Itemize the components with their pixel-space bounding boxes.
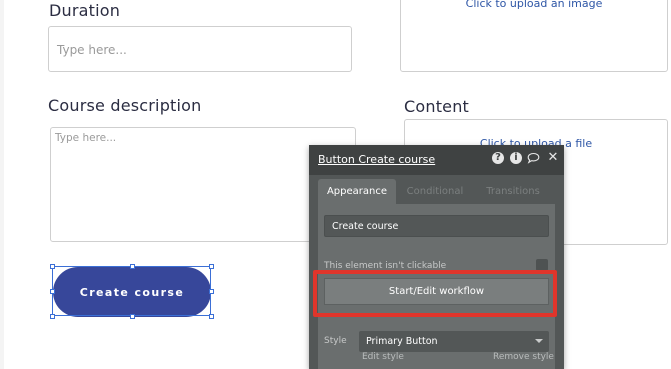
style-value: Primary Button (366, 336, 438, 347)
course-description-placeholder: Type here... (55, 132, 117, 144)
tab-transitions[interactable]: Transitions (474, 179, 552, 204)
not-clickable-checkbox[interactable] (536, 259, 548, 271)
start-edit-workflow-button[interactable]: Start/Edit workflow (324, 278, 549, 305)
resize-handle-right[interactable] (209, 289, 214, 294)
duration-input[interactable]: Type here... (48, 26, 352, 72)
resize-handle-top[interactable] (130, 264, 135, 269)
resize-handle-left[interactable] (50, 289, 55, 294)
tab-appearance[interactable]: Appearance (318, 179, 396, 204)
button-text-input[interactable]: Create course (324, 215, 549, 237)
edit-style-link[interactable]: Edit style (362, 352, 404, 362)
resize-handle-bottom[interactable] (130, 314, 135, 319)
resize-handle-bottom-right[interactable] (209, 314, 214, 319)
resize-handle-bottom-left[interactable] (50, 314, 55, 319)
not-clickable-label: This element isn't clickable (324, 261, 447, 271)
resize-handle-top-right[interactable] (209, 264, 214, 269)
property-editor-title[interactable]: Button Create course (318, 153, 435, 166)
info-icon[interactable]: i (510, 152, 522, 164)
style-label: Style (324, 336, 347, 346)
remove-style-link[interactable]: Remove style (493, 352, 554, 362)
image-uploader[interactable]: Click to upload an image (400, 0, 668, 72)
resize-handle-top-left[interactable] (50, 264, 55, 269)
close-icon[interactable]: ✕ (547, 151, 559, 164)
duration-placeholder: Type here... (57, 43, 127, 57)
upload-image-text: Click to upload an image (465, 0, 603, 10)
create-course-button[interactable]: Create course (53, 267, 211, 317)
content-label: Content (404, 97, 470, 116)
property-editor-header: Button Create course ? i ✕ (309, 145, 564, 175)
style-dropdown[interactable]: Primary Button (359, 331, 549, 352)
duration-label: Duration (49, 1, 121, 20)
tab-conditional[interactable]: Conditional (396, 179, 474, 204)
chevron-down-icon (535, 339, 543, 343)
button-text-value: Create course (332, 220, 399, 232)
course-description-label: Course description (48, 96, 202, 115)
comment-icon[interactable] (527, 152, 540, 164)
help-icon[interactable]: ? (492, 152, 504, 164)
